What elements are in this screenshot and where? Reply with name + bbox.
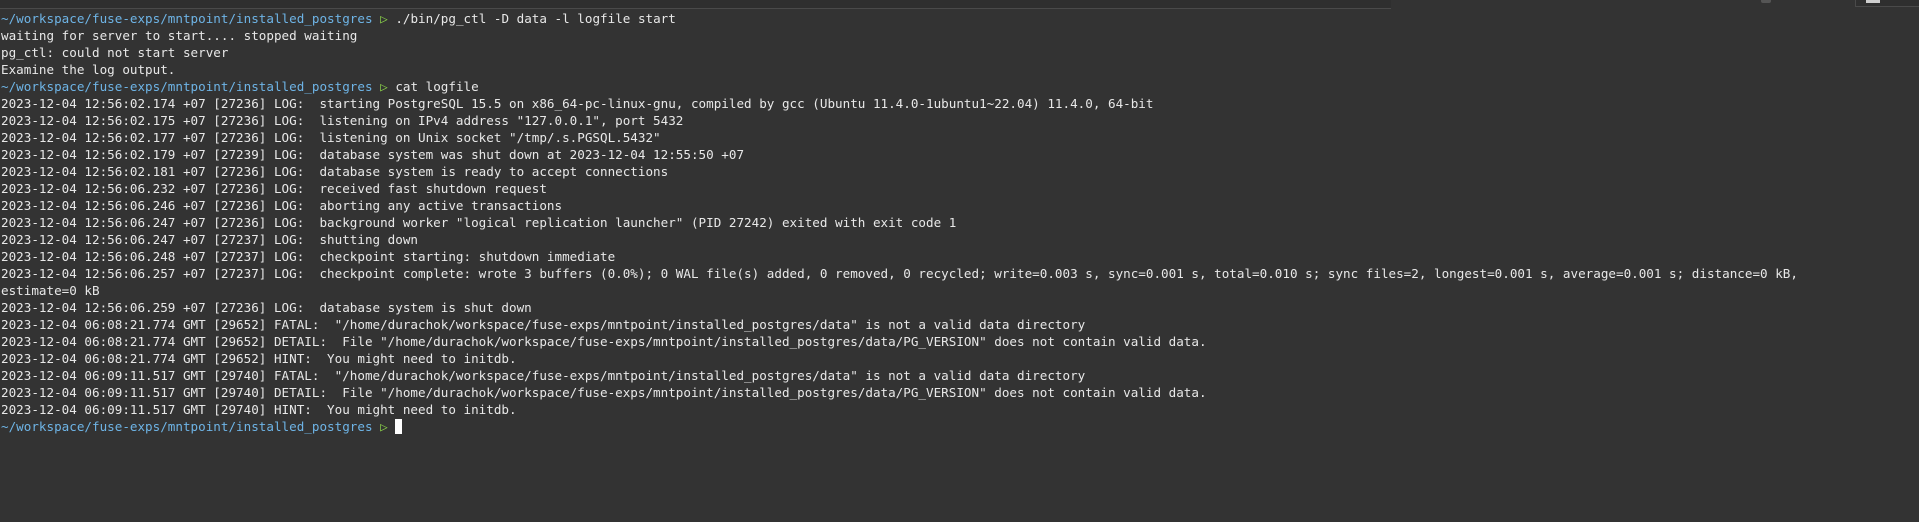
- prompt-path: ~/workspace/fuse-exps/mntpoint/installed…: [1, 11, 373, 26]
- output-line: 2023-12-04 12:56:06.247 +07 [27236] LOG:…: [1, 215, 957, 230]
- minimize-icon[interactable]: [1866, 0, 1880, 3]
- prompt-path: ~/workspace/fuse-exps/mntpoint/installed…: [1, 79, 373, 94]
- terminal-output[interactable]: ~/workspace/fuse-exps/mntpoint/installed…: [1, 10, 1915, 435]
- prompt-line: ~/workspace/fuse-exps/mntpoint/installed…: [1, 418, 1915, 435]
- prompt-line: ~/workspace/fuse-exps/mntpoint/installed…: [1, 78, 1915, 95]
- prompt-arrow-icon: ▷: [380, 11, 388, 26]
- output-line: 2023-12-04 12:56:06.248 +07 [27237] LOG:…: [1, 249, 616, 264]
- output-line: pg_ctl: could not start server: [1, 45, 229, 60]
- output-line: 2023-12-04 06:09:11.517 GMT [29740] FATA…: [1, 368, 1086, 383]
- output-line: estimate=0 kB: [1, 283, 100, 298]
- output-line: 2023-12-04 12:56:06.232 +07 [27236] LOG:…: [1, 181, 547, 196]
- prompt-arrow-icon: ▷: [380, 79, 388, 94]
- command-text: cat logfile: [395, 79, 479, 94]
- output-line: 2023-12-04 06:08:21.774 GMT [29652] DETA…: [1, 334, 1207, 349]
- output-line: 2023-12-04 12:56:06.247 +07 [27237] LOG:…: [1, 232, 419, 247]
- prompt-arrow-icon: ▷: [380, 419, 388, 434]
- output-line: 2023-12-04 12:56:02.174 +07 [27236] LOG:…: [1, 96, 1154, 111]
- output-line: 2023-12-04 06:09:11.517 GMT [29740] DETA…: [1, 385, 1207, 400]
- terminal-window[interactable]: ~/workspace/fuse-exps/mntpoint/installed…: [0, 0, 1919, 522]
- window-control[interactable]: [1761, 0, 1771, 3]
- output-line: 2023-12-04 06:08:21.774 GMT [29652] HINT…: [1, 351, 517, 366]
- output-line: 2023-12-04 06:08:21.774 GMT [29652] FATA…: [1, 317, 1086, 332]
- output-line: 2023-12-04 12:56:06.257 +07 [27237] LOG:…: [1, 266, 1798, 281]
- output-line: 2023-12-04 12:56:02.179 +07 [27239] LOG:…: [1, 147, 745, 162]
- window-controls-area: [1855, 0, 1919, 7]
- prompt-path: ~/workspace/fuse-exps/mntpoint/installed…: [1, 419, 373, 434]
- command-text: ./bin/pg_ctl -D data -l logfile start: [395, 11, 676, 26]
- output-line: 2023-12-04 06:09:11.517 GMT [29740] HINT…: [1, 402, 517, 417]
- text-cursor[interactable]: [395, 419, 403, 434]
- output-line: 2023-12-04 12:56:02.177 +07 [27236] LOG:…: [1, 130, 661, 145]
- output-line: Examine the log output.: [1, 62, 176, 77]
- output-line: 2023-12-04 12:56:02.181 +07 [27236] LOG:…: [1, 164, 669, 179]
- prompt-line: ~/workspace/fuse-exps/mntpoint/installed…: [1, 10, 1915, 27]
- output-line: 2023-12-04 12:56:06.259 +07 [27236] LOG:…: [1, 300, 532, 315]
- output-line: 2023-12-04 12:56:06.246 +07 [27236] LOG:…: [1, 198, 563, 213]
- tab-bar: [0, 0, 1391, 9]
- output-line: 2023-12-04 12:56:02.175 +07 [27236] LOG:…: [1, 113, 684, 128]
- output-line: waiting for server to start.... stopped …: [1, 28, 358, 43]
